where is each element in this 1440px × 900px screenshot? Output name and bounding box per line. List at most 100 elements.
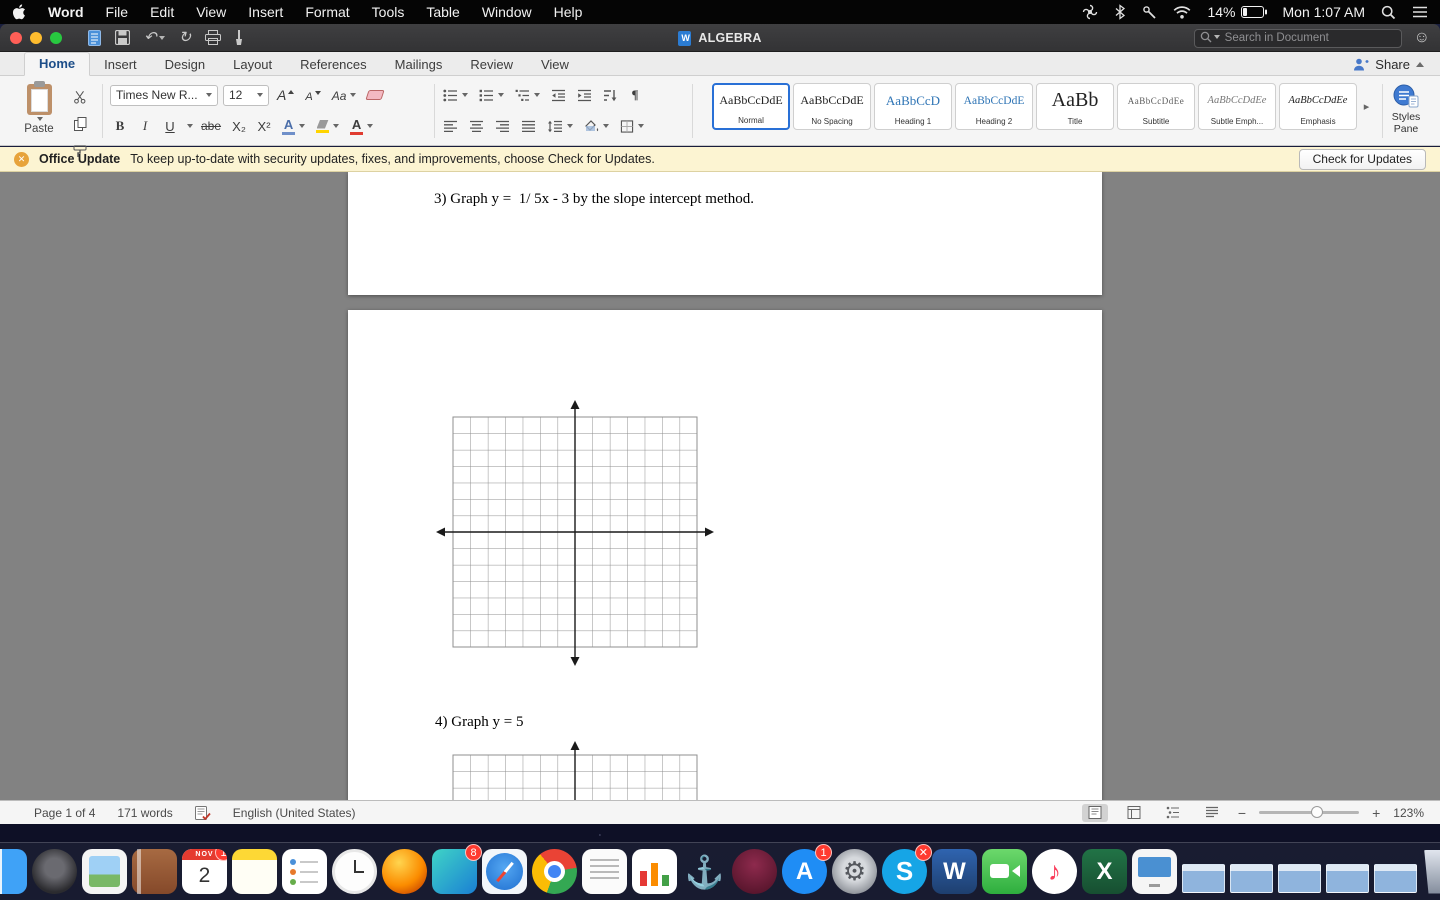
shading-button[interactable]	[581, 115, 612, 137]
document-page-2[interactable]: 4) Graph y = 5	[348, 310, 1102, 800]
draft-view-button[interactable]	[1199, 804, 1225, 822]
spotlight-icon[interactable]	[1381, 5, 1396, 20]
underline-caret[interactable]	[187, 124, 193, 128]
multilevel-list-button[interactable]	[512, 84, 543, 106]
justify-button[interactable]	[518, 115, 539, 137]
document-page-1[interactable]: 3) Graph y = 1/ 5x - 3 by the slope inte…	[348, 172, 1102, 295]
superscript-button[interactable]: X²	[254, 115, 274, 137]
dock-contacts-icon[interactable]	[132, 849, 177, 894]
document-search[interactable]	[1193, 28, 1402, 48]
zoom-out-button[interactable]	[1238, 805, 1246, 821]
dock-minimized-window-4[interactable]	[1326, 864, 1369, 893]
dock-charts-icon[interactable]	[632, 849, 677, 894]
dock-calendar-icon[interactable]: NOV 2 1	[182, 849, 227, 894]
dock-textedit-icon[interactable]	[582, 849, 627, 894]
search-input[interactable]	[1193, 28, 1402, 48]
dock-mail-icon[interactable]: 8	[432, 844, 482, 894]
tab-design[interactable]: Design	[151, 54, 219, 76]
tab-mailings[interactable]: Mailings	[381, 54, 457, 76]
dock-facetime-icon[interactable]	[982, 849, 1027, 894]
dock-skype-icon[interactable]: ✕	[882, 844, 932, 894]
style-heading-2[interactable]: AaBbCcDdE Heading 2	[955, 83, 1033, 130]
menu-format[interactable]: Format	[305, 4, 349, 20]
problem-3-text[interactable]: 3) Graph y = 1/ 5x - 3 by the slope inte…	[434, 191, 754, 208]
zoom-window-button[interactable]	[50, 31, 62, 44]
dock-chrome-icon[interactable]	[532, 849, 577, 894]
font-color-button[interactable]: A	[347, 115, 376, 137]
notification-center-icon[interactable]	[1412, 6, 1428, 18]
dock-word-icon[interactable]	[932, 849, 977, 894]
style-emphasis[interactable]: AaBbCcDdEe Emphasis	[1279, 83, 1357, 130]
style-heading-1[interactable]: AaBbCcD Heading 1	[874, 83, 952, 130]
change-case-button[interactable]	[329, 84, 360, 106]
feedback-smiley-icon[interactable]	[1414, 30, 1430, 46]
check-updates-button[interactable]: Check for Updates	[1298, 148, 1426, 170]
align-left-button[interactable]	[440, 115, 461, 137]
dock-app-store-icon[interactable]: 1	[782, 844, 832, 894]
show-paragraph-marks-button[interactable]: ¶	[625, 84, 645, 106]
dock-notes-icon[interactable]	[232, 849, 277, 894]
clear-formatting-button[interactable]	[364, 84, 386, 106]
menu-window[interactable]: Window	[482, 4, 532, 20]
style-no-spacing[interactable]: AaBbCcDdE No Spacing	[793, 83, 871, 130]
text-effects-button[interactable]: A	[279, 115, 308, 137]
cut-button[interactable]	[70, 86, 90, 108]
web-layout-view-button[interactable]	[1121, 804, 1147, 822]
battery-status[interactable]: 14%	[1207, 4, 1267, 20]
menu-help[interactable]: Help	[554, 4, 583, 20]
wrench-icon[interactable]	[1142, 5, 1157, 20]
page-indicator[interactable]: Page 1 of 4	[34, 806, 95, 820]
dock-launchpad-icon[interactable]	[32, 849, 77, 894]
dock-reminders-icon[interactable]	[282, 849, 327, 894]
tab-view[interactable]: View	[527, 54, 583, 76]
print-layout-view-button[interactable]	[1081, 803, 1108, 822]
font-size-select[interactable]: 12	[223, 84, 269, 106]
dock-minimized-window-3[interactable]	[1278, 864, 1321, 893]
minimize-window-button[interactable]	[30, 31, 42, 44]
close-window-button[interactable]	[10, 31, 22, 44]
underline-button[interactable]: U	[160, 115, 180, 137]
format-painter-button[interactable]	[70, 140, 90, 162]
borders-button[interactable]	[617, 115, 647, 137]
dock-anchor-icon[interactable]	[682, 849, 727, 894]
highlight-button[interactable]	[313, 115, 342, 137]
fan-icon[interactable]	[1082, 4, 1098, 20]
paste-button[interactable]: Paste	[16, 81, 62, 162]
tab-references[interactable]: References	[286, 54, 380, 76]
print-layout-icon[interactable]	[88, 29, 101, 46]
dock-minimized-window-2[interactable]	[1230, 864, 1273, 893]
dock-screen-sharing-icon[interactable]	[1132, 849, 1177, 894]
dock-system-preferences-icon[interactable]	[832, 849, 877, 894]
dock-minimized-window-1[interactable]	[1182, 864, 1225, 893]
styles-gallery-more-button[interactable]	[1360, 83, 1373, 130]
shrink-font-button[interactable]	[302, 84, 323, 106]
share-button[interactable]: Share	[1353, 57, 1440, 72]
menu-view[interactable]: View	[196, 4, 226, 20]
numbered-list-button[interactable]	[476, 84, 507, 106]
tab-layout[interactable]: Layout	[219, 54, 286, 76]
style-subtle-emphasis[interactable]: AaBbCcDdEe Subtle Emph...	[1198, 83, 1276, 130]
menu-table[interactable]: Table	[426, 4, 459, 20]
dock-podcasts-icon[interactable]	[732, 849, 777, 894]
style-normal[interactable]: AaBbCcDdE Normal	[712, 83, 790, 130]
dock-minimized-window-5[interactable]	[1374, 864, 1417, 893]
align-right-button[interactable]	[492, 115, 513, 137]
word-count[interactable]: 171 words	[117, 806, 172, 820]
save-icon[interactable]	[115, 30, 130, 45]
apple-menu-icon[interactable]	[12, 4, 26, 20]
sort-button[interactable]	[600, 84, 620, 106]
increase-indent-button[interactable]	[574, 84, 595, 106]
redo-button[interactable]	[179, 30, 192, 45]
line-spacing-button[interactable]	[544, 115, 576, 137]
bold-button[interactable]: B	[110, 115, 130, 137]
zoom-slider[interactable]	[1259, 806, 1360, 818]
grow-font-button[interactable]	[274, 84, 297, 106]
undo-button[interactable]	[144, 30, 165, 45]
zoom-in-button[interactable]	[1372, 805, 1380, 821]
tab-insert[interactable]: Insert	[90, 54, 151, 76]
style-subtitle[interactable]: AaBbCcDdEe Subtitle	[1117, 83, 1195, 130]
wifi-icon[interactable]	[1173, 5, 1191, 19]
spellcheck-icon[interactable]	[194, 805, 211, 820]
problem-4-text[interactable]: 4) Graph y = 5	[435, 714, 523, 731]
styles-pane-button[interactable]: Styles Pane	[1380, 84, 1432, 135]
